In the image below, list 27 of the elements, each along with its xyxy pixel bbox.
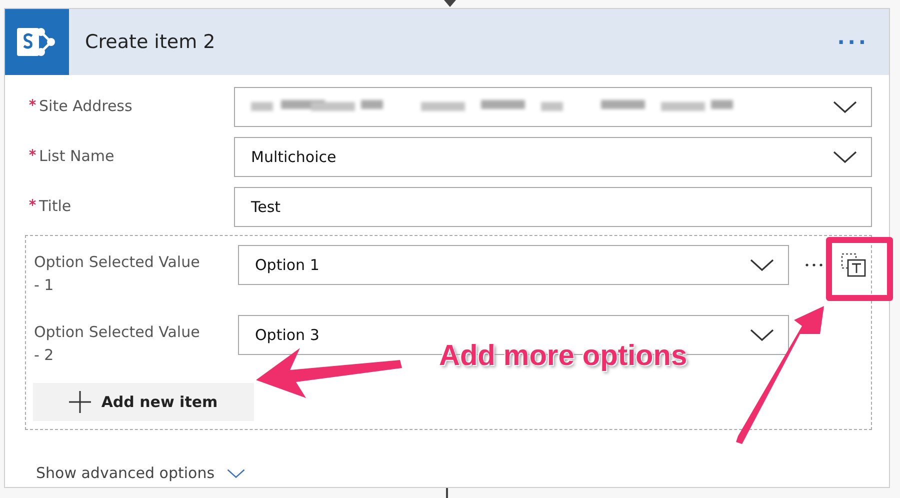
- more-menu-button[interactable]: ...: [837, 25, 869, 59]
- field-label: Option Selected Value - 1: [34, 252, 201, 296]
- field-label: List Name: [25, 137, 234, 168]
- text-box-icon[interactable]: [841, 253, 867, 277]
- dropdown-field[interactable]: [234, 87, 872, 127]
- field-label: Site Address: [25, 87, 234, 118]
- card-title: Create item 2: [85, 31, 216, 53]
- more-icon[interactable]: [805, 263, 823, 267]
- field-value: Multichoice: [251, 148, 338, 166]
- chevron-down-icon: [833, 151, 857, 163]
- connector-arrow-drawing: [444, 0, 456, 8]
- chevron-down-icon: [750, 259, 774, 271]
- text-field[interactable]: Test: [234, 187, 872, 227]
- field-label: Option Selected Value - 2: [34, 322, 201, 366]
- chevron-down-icon: [833, 101, 857, 113]
- highlight-frame: [826, 237, 893, 301]
- dropdown-field[interactable]: Option 1: [238, 245, 789, 285]
- field-value: Option 1: [255, 256, 320, 274]
- chevron-down-icon: [750, 329, 774, 341]
- field-value: Test: [251, 198, 282, 216]
- field-label: Title: [25, 187, 234, 218]
- advanced-options-link[interactable]: Show advanced options: [36, 464, 245, 482]
- chevron-down-icon: [226, 468, 245, 478]
- field-value: Option 3: [255, 326, 320, 344]
- add-item-button[interactable]: Add new item: [33, 383, 254, 421]
- dropdown-field[interactable]: Multichoice: [234, 137, 872, 177]
- plus-icon: [69, 391, 92, 413]
